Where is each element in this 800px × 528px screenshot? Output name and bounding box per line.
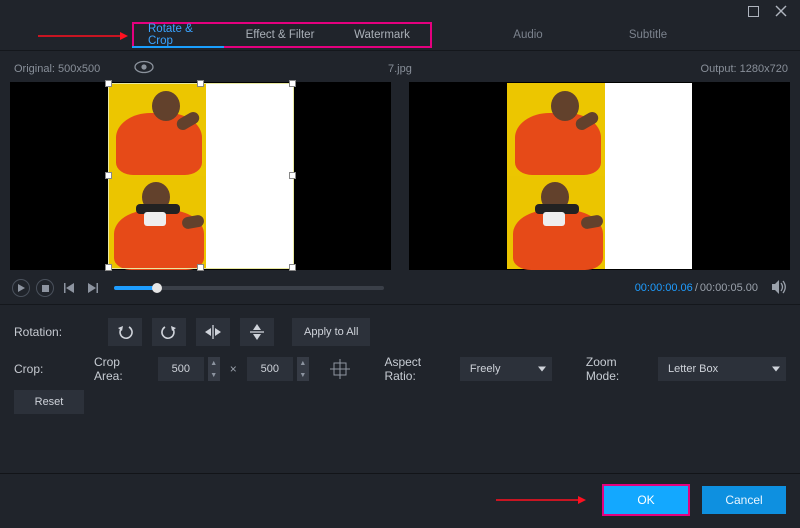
- crop-center-button[interactable]: [329, 356, 351, 382]
- zoom-mode-select[interactable]: Letter Box: [658, 357, 786, 381]
- output-dimensions-label: Output: 1280x720: [701, 63, 788, 75]
- play-button[interactable]: [12, 279, 30, 297]
- crop-handle-tr[interactable]: [289, 80, 296, 87]
- next-frame-button[interactable]: [84, 279, 102, 297]
- crop-label: Crop:: [14, 362, 84, 376]
- crop-width-field[interactable]: 500: [158, 357, 204, 381]
- crop-height-spinner[interactable]: ▲▼: [297, 357, 309, 381]
- tab-subtitle[interactable]: Subtitle: [588, 22, 708, 48]
- zoom-mode-value: Letter Box: [668, 363, 718, 375]
- time-separator: /: [695, 282, 698, 294]
- time-duration: 00:00:05.00: [700, 282, 758, 294]
- tab-effect-filter[interactable]: Effect & Filter: [226, 24, 334, 46]
- flip-horizontal-button[interactable]: [196, 318, 230, 346]
- window-maximize-button[interactable]: [744, 2, 762, 20]
- output-preview-pane: [409, 82, 790, 270]
- annotation-arrow-ok: [496, 495, 586, 505]
- separator: [0, 473, 800, 474]
- timeline-slider[interactable]: [114, 286, 384, 290]
- crop-height-field[interactable]: 500: [247, 357, 293, 381]
- annotation-arrow-tabs: [38, 31, 128, 41]
- crop-handle-ml[interactable]: [105, 172, 112, 179]
- aspect-ratio-select[interactable]: Freely: [460, 357, 552, 381]
- zoom-mode-label: Zoom Mode:: [586, 355, 642, 383]
- tab-rotate-crop[interactable]: Rotate & Crop: [134, 24, 226, 46]
- tab-watermark[interactable]: Watermark: [334, 24, 430, 46]
- preview-eye-icon[interactable]: [134, 60, 154, 77]
- timeline-knob[interactable]: [152, 283, 162, 293]
- crop-handle-tl[interactable]: [105, 80, 112, 87]
- crop-handle-br[interactable]: [289, 264, 296, 271]
- time-current: 00:00:00.06: [635, 282, 693, 294]
- chevron-down-icon: [538, 367, 546, 372]
- crop-handle-bl[interactable]: [105, 264, 112, 271]
- current-filename: 7.jpg: [388, 63, 412, 75]
- separator: [0, 50, 800, 51]
- crop-width-spinner[interactable]: ▲▼: [208, 357, 220, 381]
- chevron-up-icon[interactable]: ▲: [297, 357, 309, 369]
- timeline-fill: [114, 286, 157, 290]
- prev-frame-button[interactable]: [60, 279, 78, 297]
- chevron-down-icon[interactable]: ▼: [297, 369, 309, 381]
- aspect-ratio-label: Aspect Ratio:: [384, 355, 443, 383]
- reset-button[interactable]: Reset: [14, 390, 84, 414]
- ok-button[interactable]: OK: [604, 486, 688, 514]
- window-close-button[interactable]: [772, 2, 790, 20]
- chevron-up-icon[interactable]: ▲: [208, 357, 220, 369]
- crop-handle-bm[interactable]: [197, 264, 204, 271]
- output-image: [507, 83, 693, 269]
- crop-selection-rect[interactable]: [108, 83, 294, 269]
- flip-vertical-button[interactable]: [240, 318, 274, 346]
- aspect-ratio-value: Freely: [470, 363, 501, 375]
- apply-to-all-button[interactable]: Apply to All: [292, 318, 370, 346]
- crop-handle-mr[interactable]: [289, 172, 296, 179]
- volume-icon[interactable]: [772, 280, 788, 296]
- separator: [0, 304, 800, 305]
- times-symbol: ×: [230, 362, 237, 376]
- crop-handle-tm[interactable]: [197, 80, 204, 87]
- crop-area-label: Crop Area:: [94, 355, 142, 383]
- source-preview-pane[interactable]: [10, 82, 391, 270]
- stop-button[interactable]: [36, 279, 54, 297]
- source-image: [108, 83, 294, 269]
- cancel-button[interactable]: Cancel: [702, 486, 786, 514]
- tab-group-highlighted: Rotate & Crop Effect & Filter Watermark: [132, 22, 432, 48]
- original-dimensions-label: Original: 500x500: [14, 63, 100, 75]
- rotate-right-button[interactable]: [152, 318, 186, 346]
- tab-audio[interactable]: Audio: [468, 22, 588, 48]
- rotation-label: Rotation:: [14, 325, 98, 339]
- rotate-left-button[interactable]: [108, 318, 142, 346]
- chevron-down-icon[interactable]: ▼: [208, 369, 220, 381]
- chevron-down-icon: [772, 367, 780, 372]
- tab-active-underline: [132, 46, 224, 48]
